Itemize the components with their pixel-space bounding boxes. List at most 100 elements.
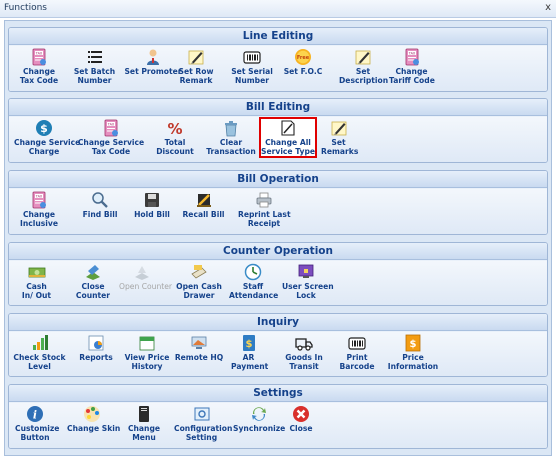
config-icon — [193, 405, 211, 423]
button-label: Total Discount — [156, 138, 194, 156]
group-buttons: TAX Change Inclusive Find Bill Hold Bill Rec… — [9, 189, 547, 234]
calendar-icon — [138, 334, 156, 352]
svg-text:TAX: TAX — [35, 194, 43, 198]
recall-icon — [195, 191, 213, 209]
reprint-last-receipt-button[interactable]: Reprint Last Receipt — [238, 191, 291, 228]
close-counter-button[interactable]: Close Counter — [73, 263, 113, 300]
dollar-icon: $ — [35, 119, 53, 137]
button-label: Print Barcode — [339, 353, 375, 371]
button-label: Change Menu — [127, 424, 161, 442]
magnifier-icon — [91, 191, 109, 209]
total-discount-button[interactable]: % Total Discount — [154, 119, 196, 156]
svg-text:TAX: TAX — [35, 51, 43, 55]
group-title: Settings — [9, 385, 547, 402]
cash-in-out-button[interactable]: Cash In/ Out — [19, 263, 54, 300]
button-label: Configuration Setting — [174, 424, 233, 442]
remote-hq-button[interactable]: Remote HQ — [174, 334, 224, 363]
reports-button[interactable]: Reports — [76, 334, 116, 363]
group-line-editing: Line Editing TAX Change Tax Code Set Batch … — [8, 27, 548, 92]
configuration-setting-button[interactable]: Configuration Setting — [174, 405, 233, 442]
svg-text:$: $ — [245, 339, 252, 350]
change-service-charge-button[interactable]: $ Change Service Charge — [14, 119, 81, 156]
tax-doc-icon: TAX — [102, 119, 120, 137]
user-screen-lock-button[interactable]: User Screen Lock — [282, 263, 334, 300]
view-price-history-button[interactable]: View Price History — [122, 334, 172, 371]
open-cash-drawer-button[interactable]: Open Cash Drawer — [174, 263, 224, 300]
button-label: Set F.O.C — [283, 67, 323, 76]
document-icon — [279, 119, 297, 137]
close-counter-icon — [84, 263, 102, 281]
button-label: Staff Attendance — [229, 282, 279, 300]
change-tariff-code-button[interactable]: TAX Change Tariff Code — [389, 48, 435, 85]
close-icon — [292, 405, 310, 423]
button-label: Check Stock Level — [13, 353, 66, 371]
tax-doc-icon: TAX — [30, 48, 48, 66]
window-close-button[interactable]: x — [545, 2, 551, 13]
group-bill-operation: Bill Operation TAX Change Inclusive Find Bi… — [8, 170, 548, 235]
button-label: Set Row Remark — [178, 67, 214, 85]
group-bill-editing: Bill Editing $ Change Service Charge TAX Cha… — [8, 98, 548, 163]
set-batch-number-button[interactable]: Set Batch Number — [72, 48, 117, 85]
drawer-icon — [190, 263, 208, 281]
menu-icon — [135, 405, 153, 423]
svg-text:TAX: TAX — [407, 51, 415, 55]
clear-transaction-button[interactable]: Clear Transaction — [205, 119, 257, 156]
customize-button-button[interactable]: i Customize Button — [15, 405, 60, 442]
goods-in-transit-button[interactable]: Goods In Transit — [279, 334, 329, 371]
group-buttons: i Customize Button Change Skin Change Menu C… — [9, 403, 547, 448]
set-f-o-c-button[interactable]: Free Set F.O.C — [282, 48, 324, 77]
close-button[interactable]: Close — [285, 405, 317, 434]
set-row-remark-button[interactable]: Set Row Remark — [176, 48, 216, 85]
change-all-service-type-button[interactable]: Change All Service Type — [259, 117, 317, 158]
change-skin-button[interactable]: Change Skin — [67, 405, 120, 434]
cash-icon — [28, 263, 46, 281]
palette-icon — [83, 405, 101, 423]
transit-icon — [295, 334, 313, 352]
change-menu-button[interactable]: Change Menu — [125, 405, 163, 442]
print-barcode-button[interactable]: Print Barcode — [336, 334, 378, 371]
recycle-bin-icon — [222, 119, 240, 137]
set-remarks-button[interactable]: Set Remarks — [321, 119, 358, 156]
button-label: Open Cash Drawer — [176, 282, 222, 300]
payment-icon: $ — [240, 334, 258, 352]
button-label: Customize Button — [15, 424, 60, 442]
open-counter-icon — [133, 263, 151, 281]
recall-bill-button[interactable]: Recall Bill — [181, 191, 226, 220]
find-bill-button[interactable]: Find Bill — [79, 191, 121, 220]
price-information-button[interactable]: $ Price Information — [384, 334, 442, 371]
change-tax-code-button[interactable]: TAX Change Tax Code — [19, 48, 59, 85]
screen-lock-icon — [297, 263, 315, 281]
svg-text:TAX: TAX — [107, 122, 115, 126]
button-label: Change All Service Type — [261, 138, 316, 156]
staff-attendance-button[interactable]: Staff Attendance — [229, 263, 279, 300]
tax-doc-icon: TAX — [403, 48, 421, 66]
svg-text:%: % — [167, 120, 182, 137]
button-label: Set Promoter — [124, 67, 182, 76]
report-icon — [87, 334, 105, 352]
barcode-icon — [243, 48, 261, 66]
button-label: Change Tariff Code — [389, 67, 435, 85]
button-label: Reports — [79, 353, 113, 362]
group-inquiry: Inquiry Check Stock Level Reports View Pric… — [8, 313, 548, 377]
button-label: Set Serial Number — [231, 67, 273, 85]
change-service-tax-code-button[interactable]: TAX Change Service Tax Code — [77, 119, 145, 156]
button-label: Change Service Tax Code — [77, 138, 145, 156]
group-buttons: Check Stock Level Reports View Price Histo… — [9, 332, 547, 376]
set-promoter-button[interactable]: Set Promoter — [124, 48, 182, 77]
group-settings: Settings i Customize Button Change Skin Chan… — [8, 384, 548, 449]
button-label: Set Batch Number — [73, 67, 116, 85]
ar-payment-button[interactable]: $ AR Payment — [231, 334, 268, 371]
change-inclusive-button[interactable]: TAX Change Inclusive — [19, 191, 59, 228]
window-title: Functions — [4, 3, 47, 13]
hold-bill-button[interactable]: Hold Bill — [132, 191, 172, 220]
check-stock-level-button[interactable]: Check Stock Level — [12, 334, 67, 371]
button-label: Change Service Charge — [14, 138, 81, 156]
floppy-icon — [143, 191, 161, 209]
group-title: Bill Editing — [9, 99, 547, 116]
set-serial-number-button[interactable]: Set Serial Number — [231, 48, 273, 85]
note-pencil-icon — [354, 48, 372, 66]
group-title: Line Editing — [9, 28, 547, 45]
button-label: Recall Bill — [182, 210, 225, 219]
set-description-button[interactable]: Set Description — [339, 48, 388, 85]
synchronize-button[interactable]: Synchronize — [233, 405, 285, 434]
